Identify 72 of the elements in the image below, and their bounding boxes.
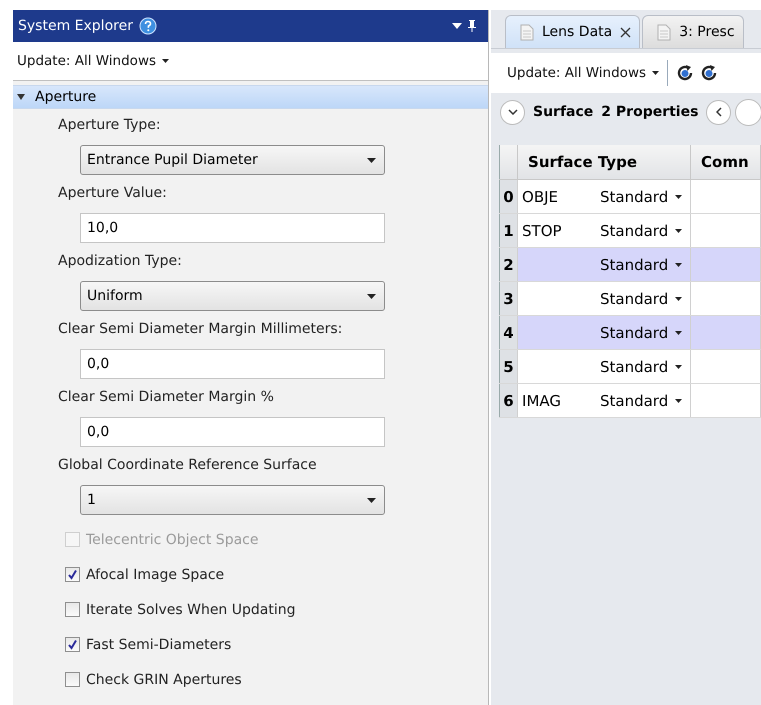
dropdown[interactable]: 1 [80, 485, 385, 515]
column-header[interactable]: Comn [690, 145, 760, 180]
row-number: 4 [500, 316, 518, 350]
dropdown-arrow-icon [367, 294, 376, 298]
input-field[interactable]: 0,0 [80, 349, 385, 379]
expand-button[interactable] [500, 100, 525, 124]
help-icon[interactable] [138, 17, 157, 35]
refresh-icon[interactable] [700, 64, 718, 82]
checkbox-label: Check GRIN Apertures [86, 672, 242, 688]
caret-icon [675, 263, 682, 268]
field-label: Global Coordinate Reference Surface [58, 457, 318, 475]
caret-icon [675, 365, 682, 370]
pin-icon[interactable] [468, 20, 476, 32]
close-icon[interactable] [620, 26, 632, 38]
field-label: Apodization Type: [58, 253, 183, 271]
dropdown[interactable]: Uniform [80, 281, 385, 311]
surface-type-dropdown[interactable]: Standard [600, 392, 682, 410]
refresh-icon[interactable] [676, 64, 694, 82]
table-cell-text: STOP [522, 222, 563, 240]
previous-button[interactable] [706, 100, 732, 124]
dropdown-arrow-icon [367, 158, 376, 162]
surface-label: Surface [533, 104, 594, 120]
document-icon [657, 24, 672, 40]
table-cell-text: OBJE [522, 188, 560, 206]
document-icon [520, 24, 534, 40]
surface-type-dropdown[interactable]: Standard [600, 188, 682, 206]
caret-icon [675, 229, 682, 234]
caret-icon [675, 297, 682, 302]
tab[interactable]: 3: Presc [642, 15, 744, 48]
field-label: Aperture Value: [58, 185, 168, 203]
caret-icon [675, 399, 682, 404]
surface-type-dropdown[interactable]: Standard [600, 222, 682, 240]
field-label: Aperture Type: [58, 117, 162, 135]
row-number: 2 [500, 248, 518, 282]
chevron-left-icon [716, 107, 722, 117]
caret-icon [162, 59, 170, 64]
checkbox-label: Afocal Image Space [86, 566, 224, 582]
table-row[interactable]: 5 Standard [500, 350, 760, 384]
row-number: 1 [500, 214, 518, 248]
caret-icon [652, 71, 660, 76]
chevron-down-icon [508, 109, 518, 115]
dropdown-arrow-icon [367, 498, 376, 502]
row-number: 6 [500, 384, 518, 418]
row-number: 5 [500, 350, 518, 384]
column-header[interactable]: Surface Type [518, 145, 690, 180]
row-number: 0 [500, 180, 518, 214]
checkbox[interactable] [65, 602, 80, 617]
surface-type-dropdown[interactable]: Standard [600, 358, 682, 376]
dropdown[interactable]: Entrance Pupil Diameter [80, 145, 385, 175]
dropdown-arrow-icon[interactable] [452, 23, 462, 29]
input-field[interactable]: 10,0 [80, 213, 385, 243]
table-row[interactable]: 0 OBJE Standard [500, 180, 760, 214]
field-label: Clear Semi Diameter Margin Millimeters: [58, 321, 344, 339]
field-label: Clear Semi Diameter Margin % [58, 389, 275, 407]
row-number: 3 [500, 282, 518, 316]
checkbox-label: Telecentric Object Space [86, 532, 258, 548]
caret-icon [675, 331, 682, 336]
panel-title: System Explorer [18, 18, 133, 34]
checkbox[interactable] [65, 567, 80, 582]
table-cell-text: IMAG [522, 392, 562, 410]
input-field[interactable]: 0,0 [80, 417, 385, 447]
caret-icon [675, 195, 682, 200]
checkbox[interactable] [65, 637, 80, 652]
update-menu[interactable]: Update: All Windows [17, 53, 170, 69]
checkbox[interactable] [65, 672, 80, 687]
surface-type-dropdown[interactable]: Standard [600, 290, 682, 308]
table-row[interactable]: 6 IMAG Standard [500, 384, 760, 418]
properties-label: 2 Properties [601, 104, 698, 120]
section-header[interactable]: Aperture [13, 85, 488, 109]
checkbox-label: Iterate Solves When Updating [86, 602, 296, 618]
tab[interactable]: Lens Data [505, 15, 640, 48]
checkbox-label: Fast Semi-Diameters [86, 636, 232, 652]
